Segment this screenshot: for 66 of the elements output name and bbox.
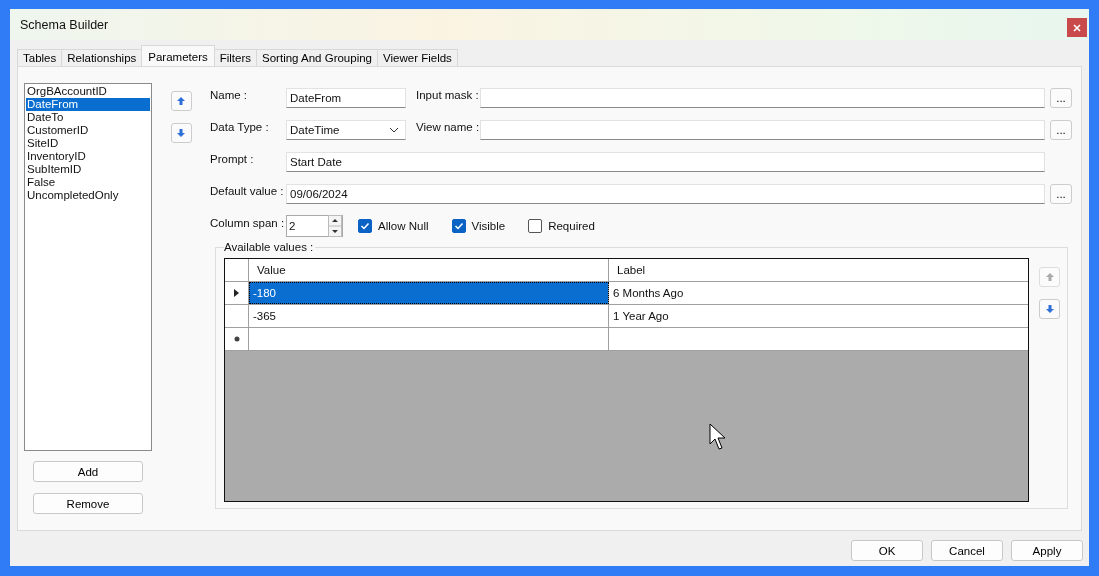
list-item[interactable]: SiteID (26, 137, 150, 150)
prompt-field[interactable]: Start Date (286, 152, 1045, 172)
list-item[interactable]: DateTo (26, 111, 150, 124)
checkbox-label: Allow Null (378, 220, 429, 232)
tab[interactable]: Relationships (61, 49, 143, 66)
dialog-button[interactable]: Cancel (931, 540, 1003, 561)
browse-button[interactable]: ... (1050, 120, 1072, 140)
field-label: View name : (415, 120, 480, 133)
up-arrow-icon (176, 96, 186, 106)
field-label: Prompt : (210, 152, 255, 165)
list-item[interactable]: UncompletedOnly (26, 189, 150, 202)
table-cell[interactable]: 6 Months Ago (609, 282, 1028, 304)
default-value-field[interactable]: 09/06/2024 (286, 184, 1045, 204)
browse-button[interactable]: ... (1050, 184, 1072, 204)
list-item[interactable]: OrgBAccountID (26, 85, 150, 98)
spinner-arrows-icon (328, 215, 342, 237)
list-item[interactable]: DateFrom (26, 98, 150, 111)
column-header: Label (616, 263, 647, 278)
tab[interactable]: Tables (17, 49, 63, 66)
checkbox[interactable] (358, 219, 372, 233)
column-header: Value (249, 259, 609, 281)
table-cell[interactable]: 1 Year Ago (609, 305, 1028, 327)
input-mask-field[interactable] (480, 88, 1045, 108)
table-cell[interactable]: -180 (249, 282, 609, 304)
new-row-icon (233, 336, 240, 342)
field-label: Default value : (210, 184, 285, 197)
field-label: Input mask : (415, 88, 480, 101)
mouse-pointer-icon (709, 423, 727, 451)
browse-button[interactable]: ... (1050, 88, 1072, 108)
tab[interactable]: Sorting And Grouping (256, 49, 378, 66)
list-item[interactable]: SubItemID (26, 163, 150, 176)
checkbox-label: Required (548, 220, 595, 232)
list-item[interactable]: False (26, 176, 150, 189)
close-button[interactable] (1067, 18, 1087, 37)
list-item[interactable]: CustomerID (26, 124, 150, 137)
checkbox[interactable] (528, 219, 543, 233)
data-type-dropdown[interactable]: DateTime (286, 120, 406, 140)
chevron-down-icon (389, 127, 399, 133)
close-icon (1073, 23, 1081, 32)
checkbox[interactable] (451, 219, 466, 233)
window-title: Schema Builder (20, 17, 109, 32)
list-item[interactable]: InventoryID (26, 150, 150, 163)
checkmark-icon (360, 221, 370, 231)
group-title: Available values : (224, 241, 316, 253)
column-span-spinner[interactable]: 2 (286, 215, 343, 237)
remove-button[interactable]: Remove (33, 493, 143, 514)
table-cell[interactable]: -365 (249, 305, 609, 327)
down-arrow-icon (176, 128, 186, 138)
tab[interactable]: Parameters (141, 45, 215, 66)
up-arrow-icon (1044, 272, 1055, 282)
checkbox-label: Visible (471, 220, 506, 232)
dialog-button[interactable]: OK (851, 540, 923, 561)
move-up-button[interactable] (170, 91, 192, 111)
field-label: Column span : (210, 216, 286, 229)
down-arrow-icon (1044, 304, 1055, 314)
move-down-button[interactable] (170, 123, 192, 143)
tab[interactable]: Viewer Fields (377, 49, 458, 66)
name-field[interactable]: DateFrom (286, 88, 406, 108)
add-button[interactable]: Add (33, 461, 143, 482)
field-label: Name : (210, 88, 249, 101)
view-name-field[interactable] (480, 120, 1045, 140)
current-row-icon (234, 289, 239, 297)
dialog-button[interactable]: Apply (1011, 540, 1083, 561)
field-label: Data Type : (210, 120, 270, 133)
move-down-button[interactable] (1039, 299, 1060, 319)
checkmark-icon (453, 221, 464, 231)
